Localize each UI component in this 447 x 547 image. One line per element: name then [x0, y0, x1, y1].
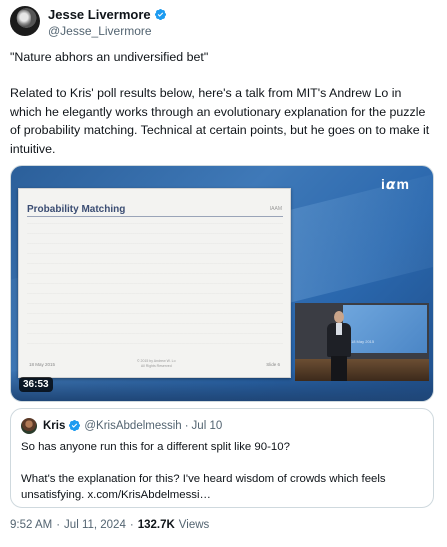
meta-separator-2: · [129, 519, 134, 531]
author-display-name[interactable]: Jesse Livermore [48, 7, 151, 22]
tweet-time[interactable]: 9:52 AM [10, 519, 52, 531]
video-duration-badge: 36:53 [19, 377, 53, 392]
author-handle[interactable]: @Jesse_Livermore [48, 24, 152, 38]
inset-screen-date: 18 May 2015 [351, 339, 375, 344]
verified-badge-icon [154, 8, 166, 21]
quote-author-name[interactable]: Kris [43, 420, 65, 432]
tweet-text: "Nature abhors an undiversified bet" Rel… [10, 48, 435, 158]
tweet-line-quote: "Nature abhors an undiversified bet" [10, 50, 209, 64]
video-player[interactable]: i𝞪m Probability Matching IAAM 18 May 201… [10, 165, 434, 402]
speaker-figure [325, 311, 353, 381]
quoted-tweet[interactable]: Kris @KrisAbdelmessih · Jul 10 So has an… [10, 408, 434, 508]
iam-logo: i𝞪m [381, 176, 410, 192]
slide-copyright: © 2015 by Andrew W. Lo All Rights Reserv… [137, 359, 176, 368]
slide-number: Slide 6 [266, 362, 280, 367]
slide-brand: IAAM [269, 206, 282, 212]
speaker-inset: 18 May 2015 [295, 303, 429, 381]
quote-line-2: What's the explanation for this? I've he… [21, 473, 386, 501]
presentation-slide: Probability Matching IAAM 18 May 2015 © … [18, 188, 291, 378]
slide-date: 18 May 2015 [29, 362, 56, 367]
quote-name-row: Kris @KrisAbdelmessih · Jul 10 [43, 419, 222, 432]
quote-separator: · [184, 419, 189, 432]
quote-author-handle[interactable]: @KrisAbdelmessih [84, 420, 181, 432]
quote-author-avatar[interactable] [21, 418, 37, 434]
quote-text: So has anyone run this for a different s… [21, 439, 426, 503]
tweet-header: Jesse Livermore @Jesse_Livermore [10, 6, 437, 40]
tweet-date[interactable]: Jul 11, 2024 [64, 519, 126, 531]
slide-title: Probability Matching [27, 204, 126, 215]
tweet-paragraph: Related to Kris' poll results below, her… [10, 86, 430, 156]
quote-line-1: So has anyone run this for a different s… [21, 441, 290, 453]
tweet-meta: 9:52 AM · Jul 11, 2024 · 132.7K Views [10, 519, 209, 531]
meta-separator: · [56, 519, 61, 531]
quote-verified-badge-icon [69, 419, 81, 432]
views-count: 132.7K [137, 519, 175, 531]
author-avatar[interactable] [10, 6, 40, 36]
quote-date[interactable]: Jul 10 [192, 420, 223, 432]
views-label: Views [178, 519, 210, 531]
author-name-row: Jesse Livermore [48, 7, 167, 22]
slide-body [27, 223, 283, 353]
